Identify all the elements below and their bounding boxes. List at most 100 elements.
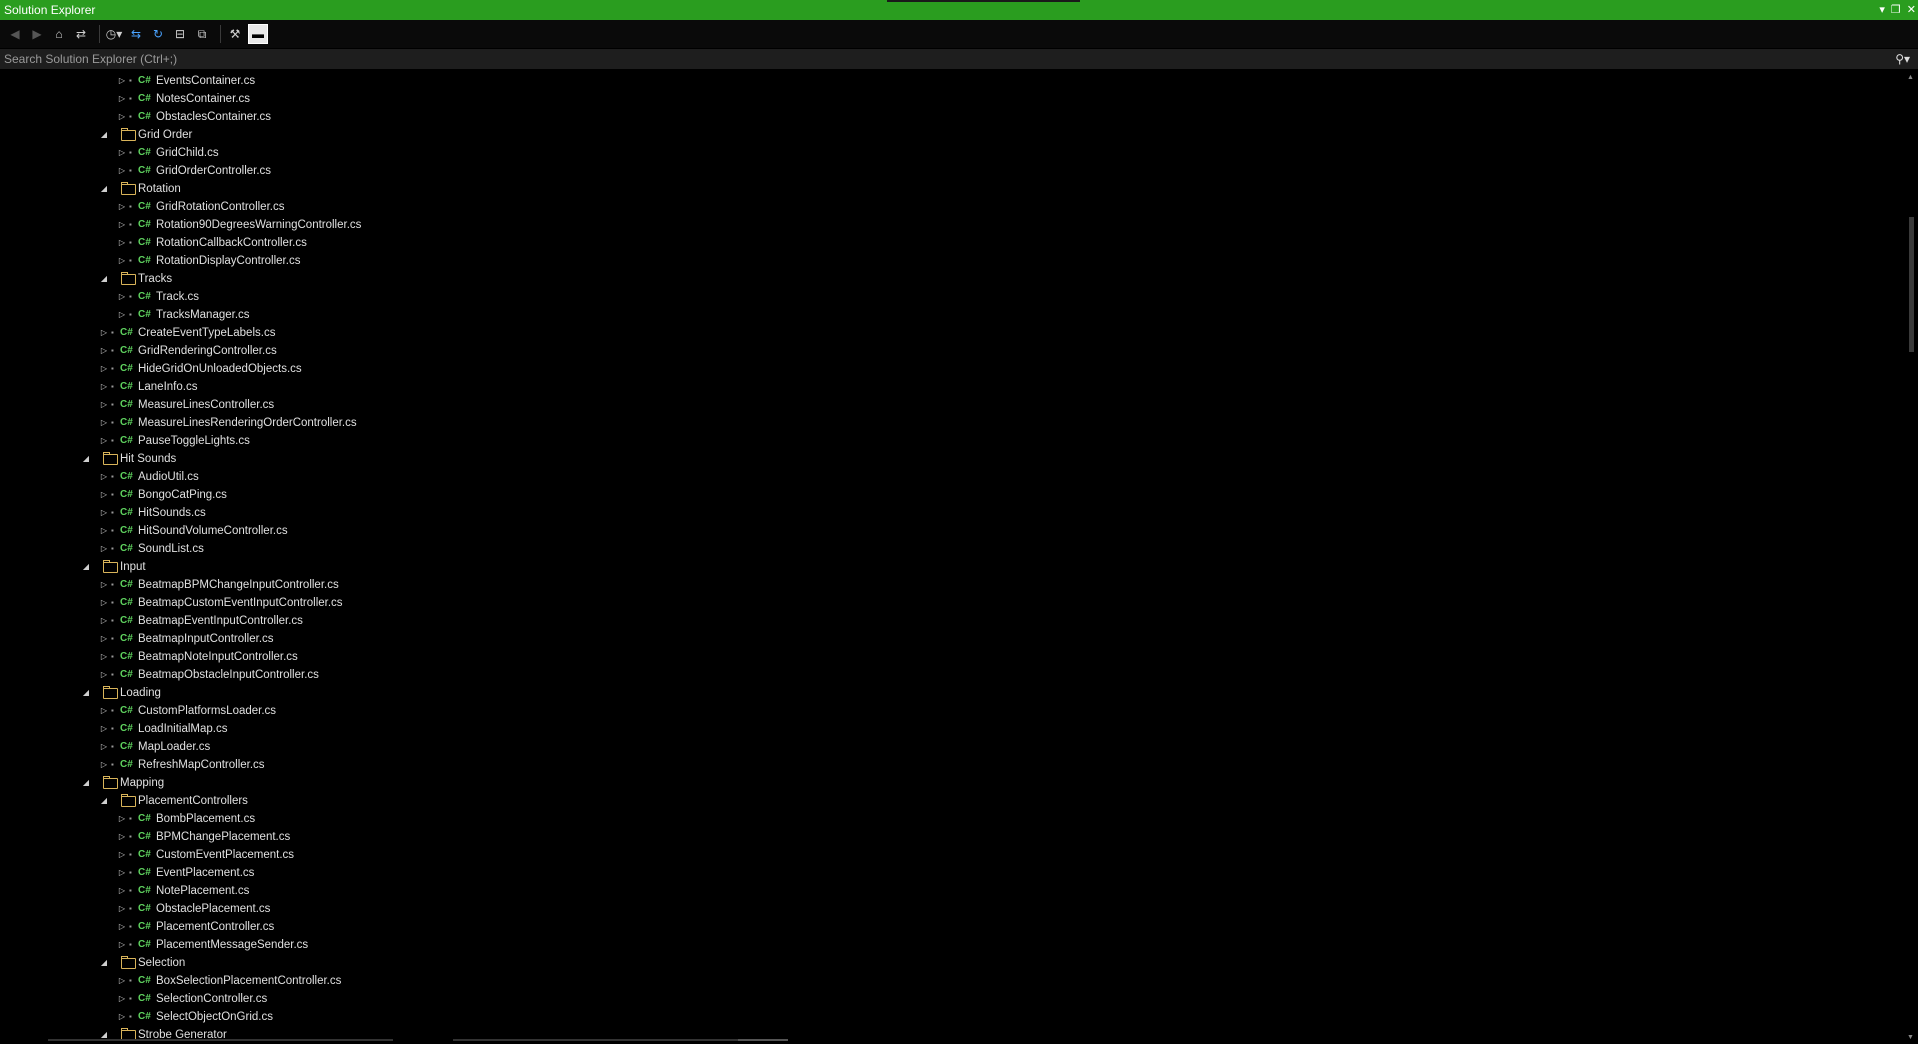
tree-file-item[interactable]: ▷ ▪ C# MapLoader.cs	[0, 738, 1905, 756]
tree-file-item[interactable]: ▷ ▪ C# HideGridOnUnloadedObjects.cs	[0, 360, 1905, 378]
tree-file-item[interactable]: ▷ ▪ C# EventPlacement.cs	[0, 864, 1905, 882]
collapsed-arrow-icon[interactable]: ▷	[117, 936, 127, 954]
tree-file-item[interactable]: ▷ ▪ C# SoundList.cs	[0, 540, 1905, 558]
collapsed-arrow-icon[interactable]: ▷	[117, 990, 127, 1008]
tree-file-item[interactable]: ▷ ▪ C# BongoCatPing.cs	[0, 486, 1905, 504]
tree-file-item[interactable]: ▷ ▪ C# BoxSelectionPlacementController.cs	[0, 972, 1905, 990]
collapsed-arrow-icon[interactable]: ▷	[117, 918, 127, 936]
tree-file-item[interactable]: ▷ ▪ C# ObstaclesContainer.cs	[0, 108, 1905, 126]
expand-arrow-icon[interactable]: ◢	[99, 126, 109, 144]
expand-arrow-icon[interactable]: ◢	[99, 792, 109, 810]
collapsed-arrow-icon[interactable]: ▷	[99, 594, 109, 612]
tree-file-item[interactable]: ▷ ▪ C# BeatmapBPMChangeInputController.cs	[0, 576, 1905, 594]
scroll-down-icon[interactable]: ▼	[1907, 1034, 1914, 1041]
tree-file-item[interactable]: ▷ ▪ C# ObstaclePlacement.cs	[0, 900, 1905, 918]
expand-arrow-icon[interactable]: ◢	[81, 774, 91, 792]
collapsed-arrow-icon[interactable]: ▷	[99, 738, 109, 756]
pending-changes-filter-icon[interactable]: ◷▾	[105, 25, 123, 43]
collapsed-arrow-icon[interactable]: ▷	[99, 486, 109, 504]
collapsed-arrow-icon[interactable]: ▷	[99, 522, 109, 540]
refresh-icon[interactable]: ↻	[149, 25, 167, 43]
tree-file-item[interactable]: ▷ ▪ C# SelectObjectOnGrid.cs	[0, 1008, 1905, 1026]
collapsed-arrow-icon[interactable]: ▷	[99, 702, 109, 720]
collapsed-arrow-icon[interactable]: ▷	[117, 252, 127, 270]
collapsed-arrow-icon[interactable]: ▷	[99, 378, 109, 396]
tree-file-item[interactable]: ▷ ▪ C# MeasureLinesController.cs	[0, 396, 1905, 414]
restore-window-icon[interactable]: ❐	[1891, 0, 1901, 20]
collapsed-arrow-icon[interactable]: ▷	[99, 540, 109, 558]
collapsed-arrow-icon[interactable]: ▷	[99, 396, 109, 414]
collapsed-arrow-icon[interactable]: ▷	[99, 666, 109, 684]
scroll-up-icon[interactable]: ▲	[1907, 74, 1914, 81]
collapsed-arrow-icon[interactable]: ▷	[117, 306, 127, 324]
collapsed-arrow-icon[interactable]: ▷	[99, 342, 109, 360]
tree-file-item[interactable]: ▷ ▪ C# NotesContainer.cs	[0, 90, 1905, 108]
tree-file-item[interactable]: ▷ ▪ C# BeatmapObstacleInputController.cs	[0, 666, 1905, 684]
collapsed-arrow-icon[interactable]: ▷	[99, 612, 109, 630]
scrollbar-thumb[interactable]	[1909, 217, 1914, 352]
collapsed-arrow-icon[interactable]: ▷	[99, 414, 109, 432]
tree-file-item[interactable]: ▷ ▪ C# PlacementMessageSender.cs	[0, 936, 1905, 954]
tree-file-item[interactable]: ▷ ▪ C# Track.cs	[0, 288, 1905, 306]
tree-file-item[interactable]: ▷ ▪ C# PauseToggleLights.cs	[0, 432, 1905, 450]
collapsed-arrow-icon[interactable]: ▷	[117, 234, 127, 252]
tree-file-item[interactable]: ▷ ▪ C# TracksManager.cs	[0, 306, 1905, 324]
collapsed-arrow-icon[interactable]: ▷	[99, 432, 109, 450]
tree-file-item[interactable]: ▷ ▪ C# MeasureLinesRenderingOrderController…	[0, 414, 1905, 432]
collapsed-arrow-icon[interactable]: ▷	[117, 108, 127, 126]
collapsed-arrow-icon[interactable]: ▷	[99, 720, 109, 738]
tree-file-item[interactable]: ▷ ▪ C# Rotation90DegreesWarningController.c…	[0, 216, 1905, 234]
tree-file-item[interactable]: ▷ ▪ C# EventsContainer.cs	[0, 72, 1905, 90]
collapsed-arrow-icon[interactable]: ▷	[99, 360, 109, 378]
search-icon[interactable]: ⚲▾	[1895, 49, 1910, 69]
tree-file-item[interactable]: ▷ ▪ C# LoadInitialMap.cs	[0, 720, 1905, 738]
tree-file-item[interactable]: ▷ ▪ C# CreateEventTypeLabels.cs	[0, 324, 1905, 342]
tree-file-item[interactable]: ▷ ▪ C# BeatmapInputController.cs	[0, 630, 1905, 648]
collapsed-arrow-icon[interactable]: ▷	[117, 288, 127, 306]
tree-file-item[interactable]: ▷ ▪ C# SelectionController.cs	[0, 990, 1905, 1008]
tree-file-item[interactable]: ▷ ▪ C# HitSoundVolumeController.cs	[0, 522, 1905, 540]
tree-file-item[interactable]: ▷ ▪ C# CustomPlatformsLoader.cs	[0, 702, 1905, 720]
collapsed-arrow-icon[interactable]: ▷	[99, 468, 109, 486]
collapsed-arrow-icon[interactable]: ▷	[117, 810, 127, 828]
tree-file-item[interactable]: ▷ ▪ C# CustomEventPlacement.cs	[0, 846, 1905, 864]
collapsed-arrow-icon[interactable]: ▷	[117, 972, 127, 990]
tree-file-item[interactable]: ▷ ▪ C# AudioUtil.cs	[0, 468, 1905, 486]
tree-file-item[interactable]: ▷ ▪ C# GridChild.cs	[0, 144, 1905, 162]
tree-file-item[interactable]: ▷ ▪ C# GridRenderingController.cs	[0, 342, 1905, 360]
tree-file-item[interactable]: ▷ ▪ C# GridOrderController.cs	[0, 162, 1905, 180]
tree-file-item[interactable]: ▷ ▪ C# RefreshMapController.cs	[0, 756, 1905, 774]
tree-folder-item[interactable]: ◢ Input	[0, 558, 1905, 576]
collapsed-arrow-icon[interactable]: ▷	[117, 90, 127, 108]
expand-arrow-icon[interactable]: ◢	[99, 954, 109, 972]
tree-file-item[interactable]: ▷ ▪ C# RotationCallbackController.cs	[0, 234, 1905, 252]
collapsed-arrow-icon[interactable]: ▷	[99, 630, 109, 648]
vertical-scrollbar[interactable]: ▲ ▼	[1904, 72, 1918, 1043]
tree-file-item[interactable]: ▷ ▪ C# BeatmapEventInputController.cs	[0, 612, 1905, 630]
collapsed-arrow-icon[interactable]: ▷	[99, 504, 109, 522]
collapsed-arrow-icon[interactable]: ▷	[99, 756, 109, 774]
tree-file-item[interactable]: ▷ ▪ C# PlacementController.cs	[0, 918, 1905, 936]
forward-icon[interactable]: ▶	[28, 25, 46, 43]
expand-arrow-icon[interactable]: ◢	[81, 684, 91, 702]
collapsed-arrow-icon[interactable]: ▷	[117, 882, 127, 900]
collapsed-arrow-icon[interactable]: ▷	[99, 324, 109, 342]
tree-file-item[interactable]: ▷ ▪ C# NotePlacement.cs	[0, 882, 1905, 900]
tree-folder-item[interactable]: ◢ Selection	[0, 954, 1905, 972]
tree-file-item[interactable]: ▷ ▪ C# HitSounds.cs	[0, 504, 1905, 522]
tree-folder-item[interactable]: ◢ Rotation	[0, 180, 1905, 198]
tree-file-item[interactable]: ▷ ▪ C# GridRotationController.cs	[0, 198, 1905, 216]
expand-arrow-icon[interactable]: ◢	[81, 558, 91, 576]
tree-file-item[interactable]: ▷ ▪ C# BombPlacement.cs	[0, 810, 1905, 828]
tree-file-item[interactable]: ▷ ▪ C# BeatmapCustomEventInputController.cs	[0, 594, 1905, 612]
tree-file-item[interactable]: ▷ ▪ C# LaneInfo.cs	[0, 378, 1905, 396]
switch-views-icon[interactable]: ⇄	[72, 25, 90, 43]
collapsed-arrow-icon[interactable]: ▷	[117, 144, 127, 162]
show-all-files-icon[interactable]: ⧉	[193, 25, 211, 43]
expand-arrow-icon[interactable]: ◢	[99, 180, 109, 198]
collapsed-arrow-icon[interactable]: ▷	[117, 198, 127, 216]
title-drag-handle[interactable]	[887, 0, 1080, 2]
back-icon[interactable]: ◀	[6, 25, 24, 43]
collapsed-arrow-icon[interactable]: ▷	[117, 72, 127, 90]
tree-folder-item[interactable]: ◢ PlacementControllers	[0, 792, 1905, 810]
